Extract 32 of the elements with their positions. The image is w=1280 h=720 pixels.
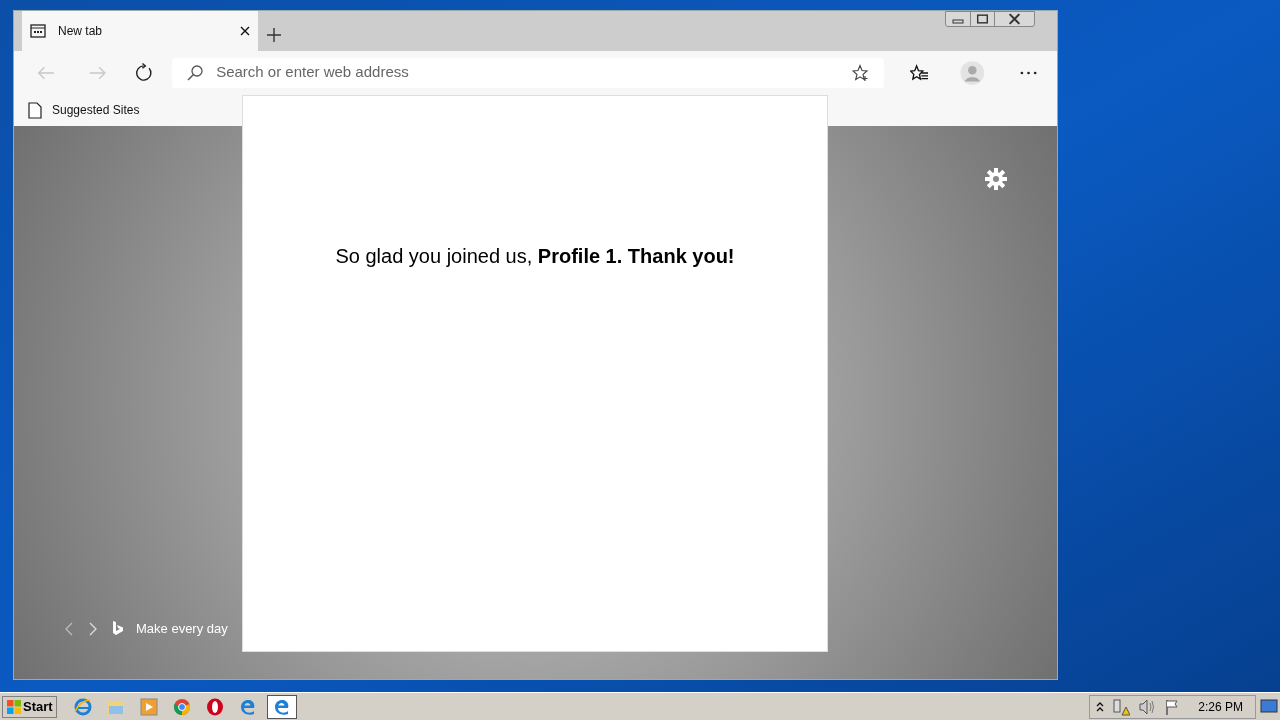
chrome-browser-icon[interactable] <box>172 697 191 716</box>
more-icon[interactable] <box>1019 70 1037 75</box>
speaker-icon[interactable] <box>1138 697 1157 716</box>
favorites-icon[interactable] <box>910 63 930 82</box>
next-icon[interactable] <box>88 621 98 636</box>
windows-logo-icon <box>6 698 22 715</box>
show-hidden-icons-icon[interactable] <box>1096 700 1105 713</box>
start-button[interactable]: Start <box>2 695 57 718</box>
active-window-button[interactable] <box>266 694 297 719</box>
media-player-icon[interactable] <box>139 697 158 716</box>
edge-browser-icon[interactable] <box>238 697 257 716</box>
show-desktop-icon[interactable] <box>1260 698 1278 715</box>
tab-page-icon <box>30 24 46 38</box>
close-icon[interactable] <box>240 26 250 36</box>
search-icon <box>186 63 205 82</box>
image-caption: Make every day <box>136 620 228 638</box>
network-warning-icon[interactable] <box>1112 697 1131 716</box>
bookmark-link[interactable]: Suggested Sites <box>52 101 140 119</box>
new-tab-icon[interactable] <box>266 27 282 43</box>
add-favorite-icon[interactable] <box>852 63 871 82</box>
opera-browser-icon[interactable] <box>205 697 224 716</box>
browser-tab[interactable]: New tab <box>22 11 258 51</box>
ie-browser-icon[interactable] <box>73 697 92 716</box>
clock[interactable]: 2:26 PM <box>1198 697 1243 716</box>
page-icon <box>28 101 42 119</box>
edge-browser-icon <box>272 697 291 716</box>
previous-icon[interactable] <box>64 621 74 636</box>
flag-icon[interactable] <box>1164 697 1181 716</box>
welcome-message: So glad you joined us, Profile 1. Thank you! <box>335 244 735 269</box>
address-bar[interactable]: Search or enter web address <box>172 57 885 88</box>
tab-title: New tab <box>58 23 104 40</box>
bing-logo-icon <box>112 621 124 637</box>
